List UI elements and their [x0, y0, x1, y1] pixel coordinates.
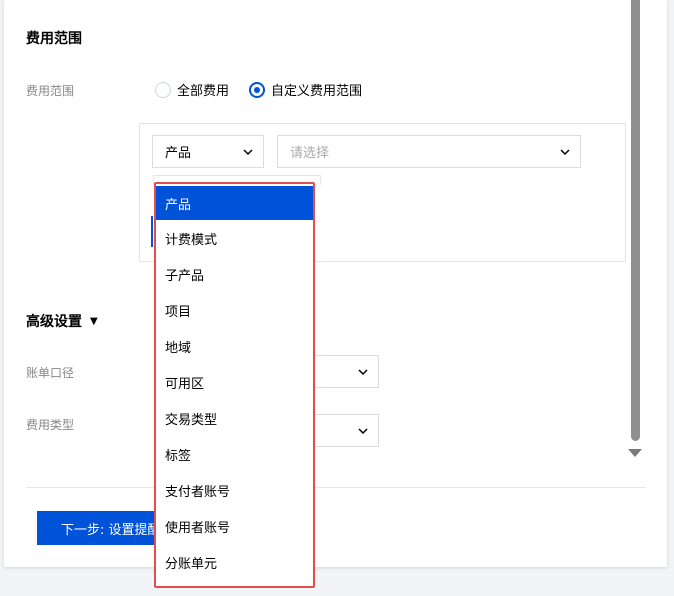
value-select[interactable]: 请选择 — [277, 135, 581, 168]
dropdown-item[interactable]: 可用区 — [156, 364, 313, 400]
chevron-down-icon — [243, 148, 253, 155]
dropdown-item[interactable]: 分账单元 — [156, 544, 313, 580]
chevron-down-icon — [358, 368, 368, 375]
chevron-down-icon — [560, 148, 570, 155]
scroll-down-arrow[interactable] — [628, 449, 642, 457]
bill-caliber-label: 账单口径 — [26, 366, 75, 380]
dropdown-item[interactable]: 子产品 — [156, 256, 313, 292]
dropdown-item[interactable]: 地域 — [156, 328, 313, 364]
dropdown-item[interactable]: 计费模式 — [156, 220, 313, 256]
advanced-settings-toggle[interactable]: 高级设置 ▼ — [26, 311, 98, 331]
section-title-cost-scope: 费用范围 — [26, 31, 82, 47]
dropdown-item[interactable]: 标签 — [156, 436, 313, 472]
dropdown-item[interactable]: 产品 — [156, 186, 313, 220]
cost-scope-label: 费用范围 — [26, 84, 75, 98]
dropdown-item[interactable]: 支付者账号 — [156, 472, 313, 508]
radio-custom-scope[interactable] — [249, 81, 266, 98]
scrollbar-thumb[interactable] — [631, 0, 640, 441]
dropdown-item[interactable]: 交易类型 — [156, 400, 313, 436]
footer-divider — [26, 487, 646, 488]
radio-all-costs-label[interactable]: 全部费用 — [177, 80, 229, 99]
chevron-down-icon — [358, 427, 368, 434]
cost-type-label: 费用类型 — [26, 418, 75, 432]
dropdown-item[interactable]: 项目 — [156, 292, 313, 328]
dimension-dropdown-menu: 产品 计费模式 子产品 项目 地域 可用区 交易类型 标签 支付者账号 使用者账… — [154, 182, 315, 588]
cost-scope-radio-group: 全部费用 自定义费用范围 — [155, 80, 382, 99]
triangle-down-icon: ▼ — [90, 315, 98, 327]
radio-custom-scope-label[interactable]: 自定义费用范围 — [271, 80, 362, 99]
dimension-select-value: 产品 — [165, 146, 192, 161]
radio-all-costs[interactable] — [155, 81, 171, 98]
advanced-settings-title: 高级设置 — [26, 314, 82, 330]
dimension-select[interactable]: 产品 — [152, 135, 264, 168]
value-select-placeholder: 请选择 — [290, 146, 330, 161]
dropdown-item[interactable]: 使用者账号 — [156, 508, 313, 544]
selection-edge-indicator — [151, 216, 153, 247]
